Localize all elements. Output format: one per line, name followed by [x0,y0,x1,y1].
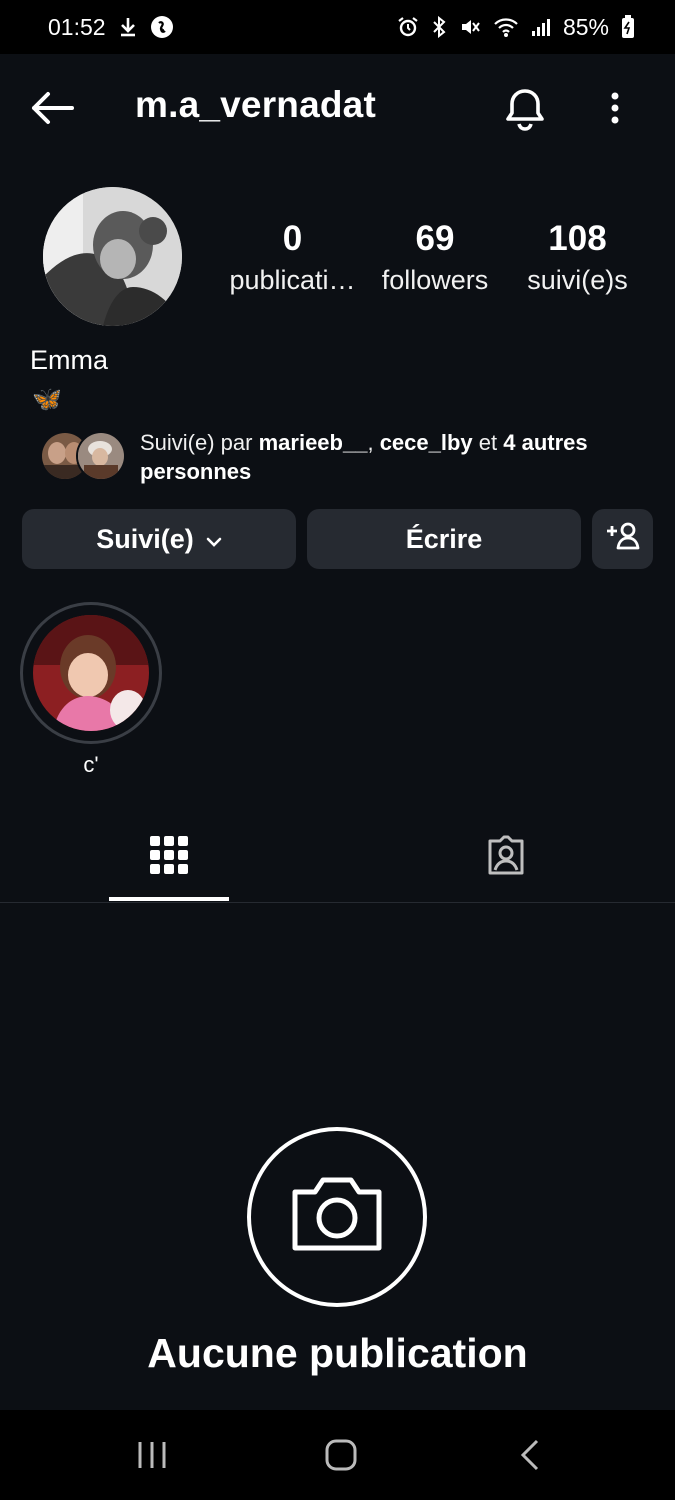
status-time: 01:52 [48,13,106,40]
profile-stats: 0 publicati… 69 followers 108 suivi(e)s [220,218,650,308]
more-vertical-icon[interactable] [602,90,628,130]
stat-posts[interactable]: 0 publicati… [220,218,365,300]
download-icon [118,16,138,38]
profile-name: Emma [30,345,109,375]
stat-following-label: suivi(e)s [527,265,628,295]
following-button-label: Suivi(e) [96,523,194,554]
back-icon[interactable] [500,1430,560,1480]
signal-icon [531,16,551,38]
following-button[interactable]: Suivi(e) [22,509,296,569]
stat-followers[interactable]: 69 followers [370,218,500,300]
system-nav-bar [0,1410,675,1500]
profile-bio: 🦋 [32,386,62,413]
highlight-cover [33,615,149,731]
mutual-prefix: Suivi(e) par [140,430,259,455]
stat-following[interactable]: 108 suivi(e)s [510,218,645,300]
bell-icon[interactable] [503,86,547,132]
top-bar: m.a_vernadat [0,54,675,162]
tagged-icon [484,833,528,882]
active-tab-indicator [109,897,229,901]
mutual-separator: , [367,430,380,455]
alarm-icon [397,16,419,38]
mutual-avatars [40,431,130,483]
home-icon[interactable] [311,1430,371,1480]
battery-text: 85% [562,13,609,40]
status-bar: 01:52 85% [0,0,675,54]
wifi-icon [493,16,519,38]
back-arrow-icon[interactable] [28,90,76,126]
message-button-label: Écrire [405,523,483,554]
message-button[interactable]: Écrire [307,509,581,569]
chevron-down-icon [194,524,222,555]
stat-posts-value: 0 [282,219,303,258]
recents-icon[interactable] [122,1430,182,1480]
camera-icon [287,1172,387,1263]
mutual-avatar [76,431,126,481]
stat-followers-value: 69 [415,219,455,258]
empty-state-circle [247,1127,427,1307]
tab-tagged[interactable] [446,812,566,902]
profile-username: m.a_vernadat [135,84,376,125]
add-person-icon [605,521,641,558]
stat-followers-label: followers [381,265,489,295]
add-person-button[interactable] [592,509,653,569]
story-highlight[interactable] [20,602,162,744]
mutual-and: et [472,430,504,455]
highlight-label: c' [83,752,99,777]
battery-icon [621,15,635,39]
tab-posts-grid[interactable] [109,812,229,902]
empty-state-title: Aucune publication [147,1330,528,1376]
shazam-icon [150,15,174,39]
mutual-followers-text: Suivi(e) par marieeb__, cece_lby et 4 au… [140,428,640,486]
mutual-user-2[interactable]: cece_lby [380,430,473,455]
mutual-user-1[interactable]: marieeb__ [259,430,368,455]
stat-posts-label: publicati… [229,265,356,295]
profile-avatar[interactable] [43,187,182,326]
mute-icon [459,16,481,38]
stat-following-value: 108 [548,219,607,258]
bluetooth-icon [431,16,447,38]
profile-tabs [0,812,675,903]
mutual-followers[interactable]: Suivi(e) par marieeb__, cece_lby et 4 au… [40,428,650,488]
grid-icon [149,835,189,880]
